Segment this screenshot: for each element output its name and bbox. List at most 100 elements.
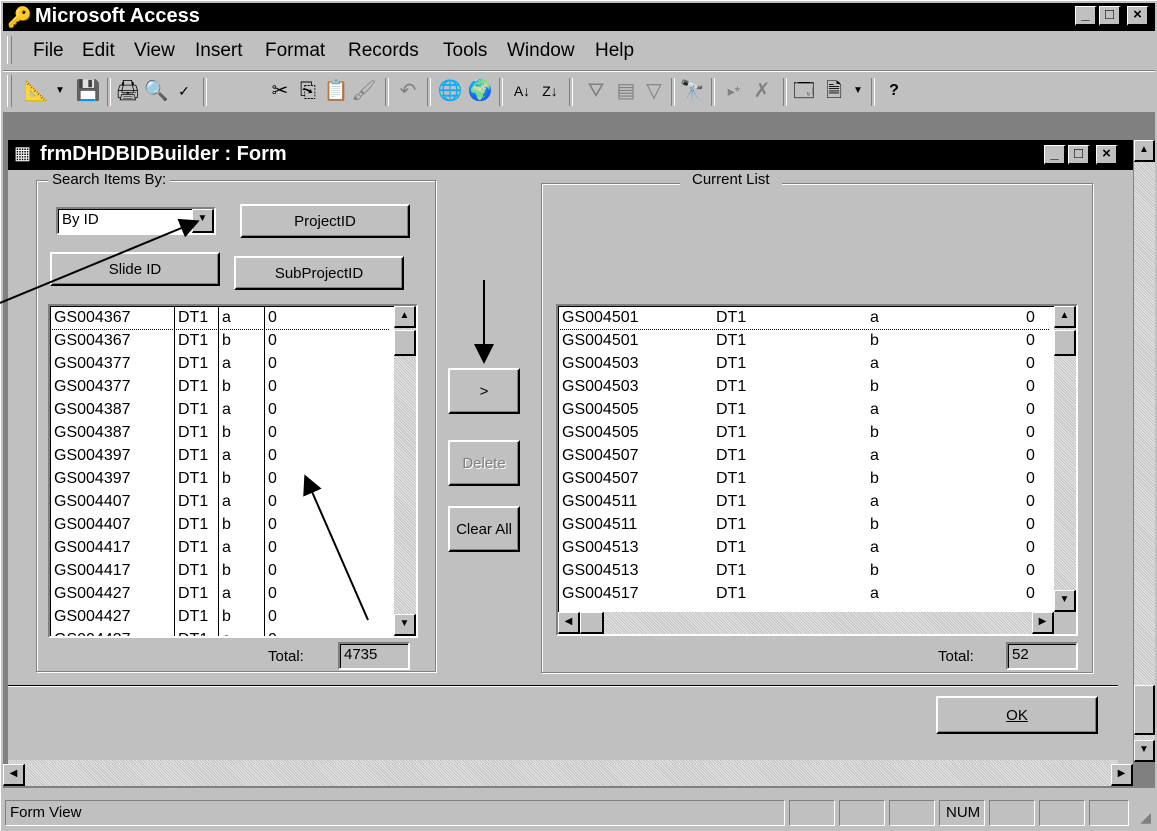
- print-preview-icon[interactable]: 🔍: [143, 78, 169, 104]
- scroll-thumb[interactable]: [394, 330, 416, 356]
- app-title-bar[interactable]: 🔑 Microsoft Access _ □ ×: [3, 3, 1155, 31]
- combo-dropdown-button[interactable]: ▼: [192, 209, 214, 233]
- menu-records[interactable]: Records: [348, 40, 419, 62]
- list-item[interactable]: GS004517 DT1 b 0: [558, 605, 1050, 608]
- copy-icon[interactable]: ⎘: [295, 78, 321, 104]
- menu-format[interactable]: Format: [265, 40, 325, 62]
- scroll-right-button[interactable]: ▶: [1032, 612, 1054, 634]
- paste-icon[interactable]: 📋: [323, 78, 349, 104]
- list-item[interactable]: GS004417 DT1 a 0: [50, 536, 390, 559]
- list-item[interactable]: GS004377 DT1 b 0: [50, 375, 390, 398]
- save-icon[interactable]: 💾: [75, 78, 101, 104]
- sort-descending-icon[interactable]: Z↓: [537, 78, 563, 104]
- clear-all-button[interactable]: Clear All: [448, 506, 520, 552]
- list-item[interactable]: GS004367 DT1 b 0: [50, 329, 390, 352]
- dropdown-arrow-icon[interactable]: ▼: [47, 78, 73, 104]
- current-list[interactable]: GS004501 DT1 a 0 GS004501 DT1 b 0 GS004503 DT1 a 0 G…: [556, 304, 1078, 636]
- subprojectid-button[interactable]: SubProjectID: [234, 256, 404, 290]
- undo-icon[interactable]: ↶: [395, 78, 421, 104]
- list-item[interactable]: GS004513 DT1 a 0: [558, 536, 1050, 559]
- scroll-down-button[interactable]: ▼: [1134, 740, 1155, 762]
- list-item[interactable]: GS004407 DT1 b 0: [50, 513, 390, 536]
- sort-ascending-icon[interactable]: A↓: [509, 78, 535, 104]
- new-record-icon[interactable]: ▸*: [721, 78, 747, 104]
- current-list-hscrollbar[interactable]: ◀ ▶: [558, 612, 1054, 634]
- database-window-icon[interactable]: 🗔: [791, 78, 817, 104]
- list-item[interactable]: GS004511 DT1 a 0: [558, 490, 1050, 513]
- apply-filter-icon[interactable]: ▽: [641, 78, 667, 104]
- list-item[interactable]: GS004501 DT1 b 0: [558, 329, 1050, 352]
- scroll-up-button[interactable]: ▲: [1054, 306, 1076, 328]
- help-icon[interactable]: ?: [881, 78, 907, 104]
- ok-button[interactable]: OK: [936, 696, 1098, 734]
- menu-view[interactable]: View: [134, 40, 175, 62]
- list-item[interactable]: GS004505 DT1 b 0: [558, 421, 1050, 444]
- list-item[interactable]: GS004377 DT1 a 0: [50, 352, 390, 375]
- list-item[interactable]: GS004507 DT1 b 0: [558, 467, 1050, 490]
- current-list-vscrollbar[interactable]: ▲ ▼: [1054, 306, 1076, 612]
- list-item[interactable]: GS004397 DT1 b 0: [50, 467, 390, 490]
- cut-icon[interactable]: ✂: [267, 78, 293, 104]
- menu-insert[interactable]: Insert: [195, 40, 243, 62]
- format-painter-icon[interactable]: 🖌: [351, 78, 377, 104]
- list-item[interactable]: GS004511 DT1 b 0: [558, 513, 1050, 536]
- projectid-button[interactable]: ProjectID: [240, 204, 410, 238]
- menu-file[interactable]: File: [33, 40, 64, 62]
- scroll-thumb[interactable]: [580, 612, 604, 634]
- add-item-button[interactable]: >: [448, 368, 520, 414]
- insert-hyperlink-icon[interactable]: 🌐: [437, 78, 463, 104]
- new-object-icon[interactable]: 🗎: [821, 78, 847, 104]
- menu-help[interactable]: Help: [595, 40, 634, 62]
- list-item[interactable]: GS004507 DT1 a 0: [558, 444, 1050, 467]
- web-toolbar-icon[interactable]: 🌍: [467, 78, 493, 104]
- scroll-thumb[interactable]: [1134, 685, 1155, 735]
- filter-by-selection-icon[interactable]: ⛛: [583, 78, 609, 104]
- list-item[interactable]: GS004367 DT1 a 0: [50, 306, 390, 330]
- maximize-button[interactable]: □: [1099, 6, 1121, 26]
- scroll-down-button[interactable]: ▼: [394, 614, 416, 636]
- list-item[interactable]: GS004387 DT1 a 0: [50, 398, 390, 421]
- design-view-icon[interactable]: 📐: [23, 78, 49, 104]
- source-list[interactable]: GS004367 DT1 a 0 GS004367 DT1 b 0 GS004377 DT1 a 0 G…: [48, 304, 418, 638]
- menu-edit[interactable]: Edit: [82, 40, 115, 62]
- menu-window[interactable]: Window: [507, 40, 575, 62]
- close-button[interactable]: ×: [1127, 6, 1149, 26]
- minimize-button[interactable]: _: [1075, 6, 1097, 26]
- scroll-up-button[interactable]: ▲: [394, 306, 416, 328]
- form-vscrollbar[interactable]: ▲ ▼: [1134, 140, 1155, 762]
- list-item[interactable]: GS004387 DT1 b 0: [50, 421, 390, 444]
- slide-id-button[interactable]: Slide ID: [50, 252, 220, 286]
- delete-button[interactable]: Delete: [448, 440, 520, 486]
- form-close-button[interactable]: ×: [1096, 145, 1118, 165]
- form-maximize-button[interactable]: □: [1068, 145, 1090, 165]
- list-item[interactable]: GS004503 DT1 b 0: [558, 375, 1050, 398]
- menu-tools[interactable]: Tools: [443, 40, 487, 62]
- scroll-down-button[interactable]: ▼: [1054, 590, 1076, 612]
- list-item[interactable]: GS004397 DT1 a 0: [50, 444, 390, 467]
- list-item[interactable]: GS004427 DT1 b 0: [50, 605, 390, 628]
- scroll-left-button[interactable]: ◀: [558, 612, 580, 634]
- dropdown-arrow-icon[interactable]: ▼: [845, 78, 871, 104]
- mdi-hscrollbar[interactable]: ◀ ▶: [3, 764, 1133, 786]
- list-item[interactable]: GS004417 DT1 b 0: [50, 559, 390, 582]
- spelling-icon[interactable]: ✓: [171, 78, 197, 104]
- form-minimize-button[interactable]: _: [1044, 145, 1066, 165]
- list-item[interactable]: GS004501 DT1 a 0: [558, 306, 1050, 330]
- scroll-left-button[interactable]: ◀: [3, 764, 25, 786]
- scroll-right-button[interactable]: ▶: [1111, 764, 1133, 786]
- search-mode-combo[interactable]: By ID ▼: [56, 207, 216, 235]
- filter-by-form-icon[interactable]: ▤: [613, 78, 639, 104]
- print-icon[interactable]: 🖨: [115, 78, 141, 104]
- list-item[interactable]: GS004513 DT1 b 0: [558, 559, 1050, 582]
- find-icon[interactable]: 🔭: [679, 78, 705, 104]
- delete-record-icon[interactable]: ✗: [749, 78, 775, 104]
- resize-grip-icon[interactable]: ◢: [1140, 809, 1151, 826]
- list-item[interactable]: GS004407 DT1 a 0: [50, 490, 390, 513]
- list-item[interactable]: GS004437 DT1 a 0: [50, 628, 390, 636]
- list-item[interactable]: GS004503 DT1 a 0: [558, 352, 1050, 375]
- list-item[interactable]: GS004517 DT1 a 0: [558, 582, 1050, 605]
- list-item[interactable]: GS004427 DT1 a 0: [50, 582, 390, 605]
- scroll-up-button[interactable]: ▲: [1134, 140, 1155, 162]
- scroll-thumb[interactable]: [1054, 330, 1076, 356]
- form-title-bar[interactable]: ▦ frmDHDBIDBuilder : Form _ □ ×: [8, 140, 1133, 170]
